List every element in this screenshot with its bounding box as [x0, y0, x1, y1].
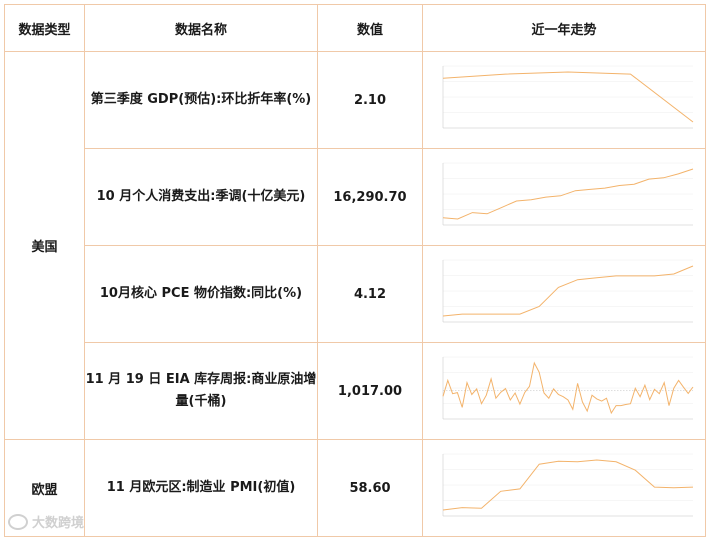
watermark-text: 大数跨境: [32, 516, 85, 531]
table-row: 美国 第三季度 GDP(预估):环比折年率(%) 2.10: [4, 51, 706, 440]
brand-logo-icon: [8, 513, 28, 530]
trend-cell: [422, 439, 706, 537]
trend-chart-eia-crude: [442, 356, 694, 420]
indicator-name: 11 月 19 日 EIA 库存周报:商业原油增量(千桶): [84, 342, 318, 440]
indicator-value: 2.10: [317, 51, 423, 149]
indicator-name: 第三季度 GDP(预估):环比折年率(%): [84, 51, 318, 149]
header-value: 数值: [317, 4, 423, 52]
indicator-name: 11 月欧元区:制造业 PMI(初值): [84, 439, 318, 537]
table-row: 10 月个人消费支出:季调(十亿美元) 16,290.70: [5, 148, 706, 246]
trend-cell: [422, 148, 706, 246]
trend-cell: [422, 51, 706, 149]
category-usa: 美国: [4, 51, 85, 440]
trend-cell: [422, 342, 706, 440]
indicator-value: 58.60: [317, 439, 423, 537]
header-type: 数据类型: [4, 4, 85, 52]
watermark: 大数跨境: [8, 512, 84, 531]
trend-cell: [422, 245, 706, 343]
header-name: 数据名称: [84, 4, 318, 52]
trend-chart-pce-spending: [442, 162, 694, 226]
indicator-value: 16,290.70: [317, 148, 423, 246]
header-row: 数据类型 数据名称 数值 近一年走势: [4, 4, 706, 52]
indicator-name: 10月核心 PCE 物价指数:同比(%): [84, 245, 318, 343]
table-row: 11 月 19 日 EIA 库存周报:商业原油增量(千桶) 1,017.00: [5, 342, 706, 440]
trend-chart-gdp: [442, 65, 694, 129]
indicator-value: 1,017.00: [317, 342, 423, 440]
indicator-value: 4.12: [317, 245, 423, 343]
table-row: 10月核心 PCE 物价指数:同比(%) 4.12: [5, 245, 706, 343]
indicator-name: 10 月个人消费支出:季调(十亿美元): [84, 148, 318, 246]
table-row: 欧盟 11 月欧元区:制造业 PMI(初值) 58.60: [4, 439, 706, 537]
economic-data-table: 数据类型 数据名称 数值 近一年走势 美国 第三季度 GDP(预估):环比折年率…: [4, 4, 706, 537]
trend-chart-core-pce: [442, 259, 694, 323]
header-trend: 近一年走势: [422, 4, 706, 52]
trend-chart-eu-pmi: [442, 453, 694, 517]
